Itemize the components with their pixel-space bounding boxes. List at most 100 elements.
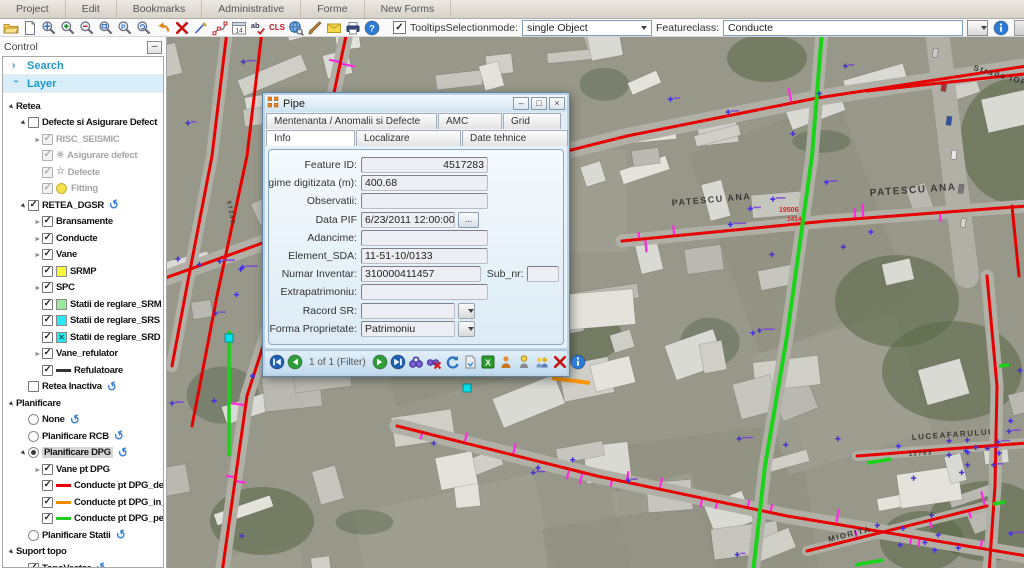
layer-row-conducte-pt-dpg-in[interactable]: ✓Conducte pt DPG_in_: (3, 494, 163, 511)
brush-icon[interactable] (306, 20, 324, 36)
new-doc-icon[interactable] (21, 20, 39, 36)
layer-row-asigurare-defect[interactable]: ✓✳Asigurare defect (3, 148, 163, 165)
nav-prev-button[interactable] (287, 354, 303, 371)
layer-radio[interactable] (28, 447, 39, 458)
tooltips-toggle[interactable]: ✓ Tooltips (393, 21, 446, 34)
layer-checkbox[interactable]: ✓ (42, 464, 53, 475)
layer-checkbox[interactable]: ✓ (42, 183, 53, 194)
calendar-icon[interactable]: 14 (230, 20, 248, 36)
layer-checkbox[interactable]: ✓ (42, 365, 53, 376)
accordion-section-search[interactable]: › Search (3, 57, 163, 75)
measure-icon[interactable] (192, 20, 210, 36)
date-picker-button[interactable]: ... (458, 212, 479, 228)
field-input-observatii[interactable] (361, 193, 488, 209)
layer-checkbox[interactable] (28, 381, 39, 392)
layer-refresh-icon[interactable]: ↺ (112, 430, 125, 443)
layer-checkbox[interactable]: ✓ (42, 134, 53, 145)
field-input-sub-nr[interactable] (527, 266, 559, 282)
layer-row-suport-topo[interactable]: ▸Suport topo (3, 544, 163, 561)
layer-row-topovector[interactable]: ✓TopoVector↺ (3, 560, 163, 567)
layer-radio[interactable] (28, 431, 39, 442)
layer-checkbox[interactable]: ✓ (42, 497, 53, 508)
layer-checkbox[interactable]: ✓ (42, 150, 53, 161)
layer-row-conducte-pt-dpg-dep[interactable]: ✓Conducte pt DPG_dep (3, 478, 163, 495)
layer-row-fitting[interactable]: ✓Fitting (3, 181, 163, 198)
layer-checkbox[interactable]: ✓ (42, 167, 53, 178)
collapse-icon[interactable]: ▸ (7, 547, 16, 556)
field-input-element-sda[interactable]: 11-51-10/0133 (361, 248, 488, 264)
tab-amc[interactable]: AMC (438, 113, 502, 129)
layer-radio[interactable] (28, 414, 39, 425)
layer-checkbox[interactable]: ✓ (42, 332, 53, 343)
layer-checkbox[interactable]: ✓ (28, 200, 39, 211)
layer-checkbox[interactable]: ✓ (42, 249, 53, 260)
layer-row-retea-dgsr[interactable]: ▸✓RETEA_DGSR↺ (3, 197, 163, 214)
field-input-extrapatrimoniu[interactable] (361, 284, 488, 300)
menu-item-new-forms[interactable]: New Forms (365, 0, 452, 18)
excel-button[interactable]: X (480, 354, 496, 371)
layer-row-conducte-pt-dpg-pes[interactable]: ✓Conducte pt DPG_pes (3, 511, 163, 528)
expand-icon[interactable]: ▸ (33, 135, 42, 144)
globe-search-icon[interactable] (287, 20, 305, 36)
user-highlight-button[interactable] (516, 354, 532, 371)
user-button[interactable] (498, 354, 514, 371)
field-combo-forma-proprietate[interactable]: Patrimoniu (361, 321, 455, 337)
layer-checkbox[interactable]: ✓ (28, 563, 39, 567)
layer-refresh-icon[interactable]: ↺ (105, 380, 118, 393)
layer-row-statii-de-reglare-srd[interactable]: ✓✕Statii de reglare_SRD (3, 329, 163, 346)
tooltips-checkbox[interactable]: ✓ (393, 21, 406, 34)
layer-row-planificare-dpg[interactable]: ▸Planificare DPG↺ (3, 445, 163, 462)
layer-refresh-icon[interactable]: ↺ (94, 562, 107, 567)
print-icon[interactable] (344, 20, 362, 36)
close-button[interactable]: × (549, 97, 565, 110)
combo-dropdown-button[interactable] (458, 321, 475, 337)
field-input-feature-id[interactable]: 4517283 (361, 157, 488, 173)
collapse-icon[interactable]: ▸ (7, 399, 16, 408)
clipped-toolbar-icon[interactable] (1014, 20, 1024, 36)
layer-row-statii-de-reglare-srs[interactable]: ✓Statii de reglare_SRS (3, 313, 163, 330)
tab-info[interactable]: Info (266, 130, 355, 146)
find-button[interactable] (408, 354, 424, 371)
expand-icon[interactable]: ▸ (33, 217, 42, 226)
menu-item-edit[interactable]: Edit (66, 0, 117, 18)
layer-row-vane[interactable]: ▸✓Vane (3, 247, 163, 264)
layer-row-defecte[interactable]: ✓☆Defecte (3, 164, 163, 181)
zoom-pan-icon[interactable]: P (116, 20, 134, 36)
maximize-button[interactable]: □ (531, 97, 547, 110)
expand-icon[interactable]: ▸ (33, 250, 42, 259)
layer-row-bransamente[interactable]: ▸✓Bransamente (3, 214, 163, 231)
layer-checkbox[interactable]: ✓ (42, 216, 53, 227)
expand-icon[interactable]: ▸ (33, 234, 42, 243)
zoom-in-icon[interactable] (59, 20, 77, 36)
help-icon[interactable]: ? (363, 20, 381, 36)
layer-row-statii-de-reglare-srm[interactable]: ✓Statii de reglare_SRM (3, 296, 163, 313)
nav-next-button[interactable] (372, 354, 388, 371)
layer-row-planificare-rcb[interactable]: Planificare RCB↺ (3, 428, 163, 445)
collapse-icon[interactable]: ▸ (7, 102, 16, 111)
zoom-out-icon[interactable] (78, 20, 96, 36)
layer-refresh-icon[interactable]: ↺ (116, 446, 129, 459)
expand-icon[interactable]: ▸ (33, 465, 42, 474)
menu-item-administrative[interactable]: Administrative (202, 0, 301, 18)
layer-refresh-icon[interactable]: ↺ (68, 413, 81, 426)
info-icon[interactable] (992, 20, 1010, 36)
field-input-lungime-digitizata-m[interactable]: 400.68 (361, 175, 488, 191)
tab-date-tehnice[interactable]: Date tehnice (462, 130, 568, 146)
layer-row-vane-refulator[interactable]: ▸✓Vane_refulator (3, 346, 163, 363)
field-combo-racord-sr[interactable] (361, 303, 455, 319)
layer-refresh-icon[interactable]: ↺ (114, 529, 127, 542)
delete-button[interactable] (552, 354, 568, 371)
nav-last-button[interactable] (390, 354, 406, 371)
zoom-extent-icon[interactable] (40, 20, 58, 36)
collapse-icon[interactable]: ▸ (19, 201, 28, 210)
layer-checkbox[interactable]: ✓ (42, 233, 53, 244)
note-icon[interactable] (325, 20, 343, 36)
field-input-data-pif[interactable]: 6/23/2011 12:00:00 AM (361, 212, 455, 228)
layer-checkbox[interactable]: ✓ (42, 266, 53, 277)
layer-refresh-icon[interactable]: ↺ (108, 199, 121, 212)
layer-checkbox[interactable] (28, 117, 39, 128)
menu-item-forme[interactable]: Forme (301, 0, 364, 18)
field-input-numar-inventar[interactable]: 310000411457 (361, 266, 481, 282)
layer-row-planificare[interactable]: ▸Planificare (3, 395, 163, 412)
zoom-window-icon[interactable] (97, 20, 115, 36)
